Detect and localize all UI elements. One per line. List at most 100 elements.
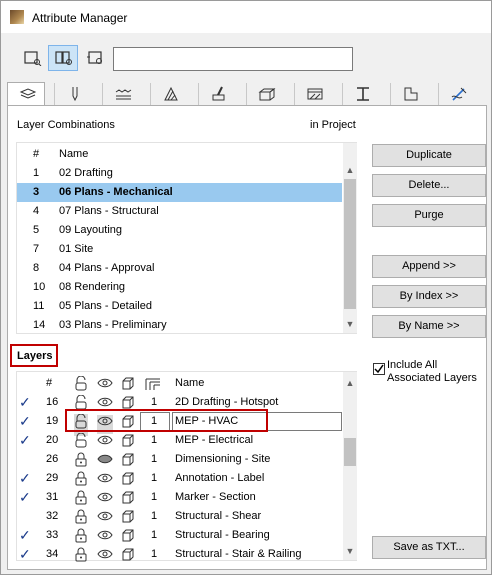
intersection-group-number: 1 [151,491,158,503]
include-all-checkbox[interactable] [373,363,385,375]
layer-combination-row[interactable]: 4 07 Plans - Structural [17,202,342,221]
layer-combinations-scrollbar[interactable]: ▲ ▼ [343,143,357,333]
scroll-up-arrow-icon[interactable]: ▲ [343,376,357,390]
layer-combination-number: 7 [33,243,40,255]
tab-pens[interactable] [54,83,92,105]
pens-tab-icon [72,87,78,102]
open-file-view-icon [87,51,102,64]
fill-types-tab-icon [164,86,178,101]
layer-name: Structural - Bearing [175,529,270,541]
layer-combination-row[interactable]: 1 02 Drafting [17,164,342,183]
layer-row[interactable]: 32 1 Structural - Shear [17,507,342,526]
tab-fill-types[interactable] [150,83,188,105]
layer-row[interactable]: ✓ 29 1 Annotation - Label [17,469,342,488]
scroll-down-arrow-icon[interactable]: ▼ [343,544,357,558]
layer-check-mark: ✓ [19,546,31,562]
layer-combination-row[interactable]: 8 04 Plans - Approval [17,259,342,278]
layer-row[interactable]: ✓ 33 1 Structural - Bearing [17,526,342,545]
layer-combinations-location: in Project [310,119,356,131]
append-button[interactable]: Append >> [372,255,486,278]
scroll-down-arrow-icon[interactable]: ▼ [343,317,357,331]
layer-row[interactable]: ✓ 31 1 Marker - Section [17,488,342,507]
intersection-group-number: 1 [151,434,158,446]
column-header-number: # [33,148,40,160]
tab-building-materials[interactable] [246,83,284,105]
save-as-txt-button[interactable]: Save as TXT... [372,536,486,559]
mep-systems-tab-icon [451,87,467,101]
layers-scrollbar[interactable]: ▲ ▼ [343,372,357,560]
layer-combination-number: 5 [33,224,40,236]
search-input[interactable] [113,47,353,71]
layer-combination-number: 11 [33,300,45,312]
layer-number: 29 [46,472,59,484]
visible-eye-icon[interactable] [97,548,113,567]
layer-name: Structural - Shear [175,510,262,522]
archicad-app-icon [10,10,24,24]
layer-combination-row[interactable]: 3 06 Plans - Mechanical [17,183,342,202]
layer-number: 19 [46,415,59,427]
layer-row[interactable]: ✓ 19 1 MEP - HVAC [17,412,342,436]
wireframe-icon[interactable] [121,547,135,569]
layer-combination-number: 10 [33,281,46,293]
layer-combination-number: 3 [33,186,40,198]
scrollbar-thumb[interactable] [344,179,356,309]
layer-combination-row[interactable]: 7 01 Site [17,240,342,259]
layer-combination-number: 1 [33,167,40,179]
layer-name: MEP - Electrical [175,434,254,446]
layer-combinations-list: # Name 1 02 Drafting 3 06 Plans - Mechanica… [16,142,357,334]
layer-name: Annotation - Label [175,472,265,484]
composites-tab-icon [307,88,323,100]
tab-profiles[interactable] [342,83,380,105]
tab-mep-systems[interactable] [438,83,476,105]
intersection-group-number: 1 [151,453,158,465]
layer-name: Marker - Section [175,491,256,503]
include-all-label-line1: Include All [387,359,438,371]
layer-combination-row[interactable]: 11 05 Plans - Detailed [17,297,342,316]
column-header-name: Name [175,377,205,389]
single-list-view-button[interactable] [17,45,47,71]
tab-composites[interactable] [294,83,332,105]
layer-row[interactable]: ✓ 16 1 2D Drafting - Hotspot [17,393,342,412]
duplicate-button[interactable]: Duplicate [372,144,486,167]
layer-check-mark: ✓ [19,413,31,429]
layer-row[interactable]: 26 1 Dimensioning - Site [17,450,342,469]
scrollbar-thumb[interactable] [344,438,356,466]
checkmark-icon [374,364,384,374]
intersection-group-number: 1 [151,548,158,560]
layer-combination-name: 04 Plans - Approval [59,262,155,274]
delete-button[interactable]: Delete... [372,174,486,197]
layer-number: 31 [46,491,59,503]
layer-number: 34 [46,548,59,560]
tab-layers[interactable] [7,82,45,106]
layers-tab-icon [19,88,37,99]
layer-check-mark: ✓ [19,527,31,543]
by-index-button[interactable]: By Index >> [372,285,486,308]
tab-line-types[interactable] [102,83,140,105]
window-title: Attribute Manager [32,11,128,25]
dual-list-view-button[interactable] [48,45,78,71]
layer-combination-row[interactable]: 10 08 Rendering [17,278,342,297]
layer-row[interactable]: ✓ 20 1 MEP - Electrical [17,431,342,450]
attribute-tabs [7,82,487,106]
single-list-view-icon [24,51,42,66]
layer-name: Structural - Stair & Railing [175,548,302,560]
tab-zone-categories[interactable] [390,83,428,105]
building-materials-tab-icon [258,88,276,101]
layer-number: 33 [46,529,59,541]
layer-combination-name: 01 Site [59,243,94,255]
open-file-view-button[interactable] [79,45,109,71]
layer-combination-number: 4 [33,205,40,217]
purge-button[interactable]: Purge [372,204,486,227]
layer-row[interactable]: ✓ 34 1 Structural - Stair & Railing [17,545,342,564]
layer-combination-name: 05 Plans - Detailed [59,300,152,312]
locked-icon[interactable] [74,547,88,569]
scroll-up-arrow-icon[interactable]: ▲ [343,163,357,177]
attribute-manager-window: Attribute Manager Layer Combinations in … [0,0,492,575]
tab-surfaces[interactable] [198,83,236,105]
by-name-button[interactable]: By Name >> [372,315,486,338]
layer-combinations-title: Layer Combinations [17,119,115,131]
layer-combination-row[interactable]: 14 03 Plans - Preliminary [17,316,342,335]
intersection-group-number: 1 [151,529,158,541]
layer-check-mark: ✓ [19,489,31,505]
layer-combination-row[interactable]: 5 09 Layouting [17,221,342,240]
